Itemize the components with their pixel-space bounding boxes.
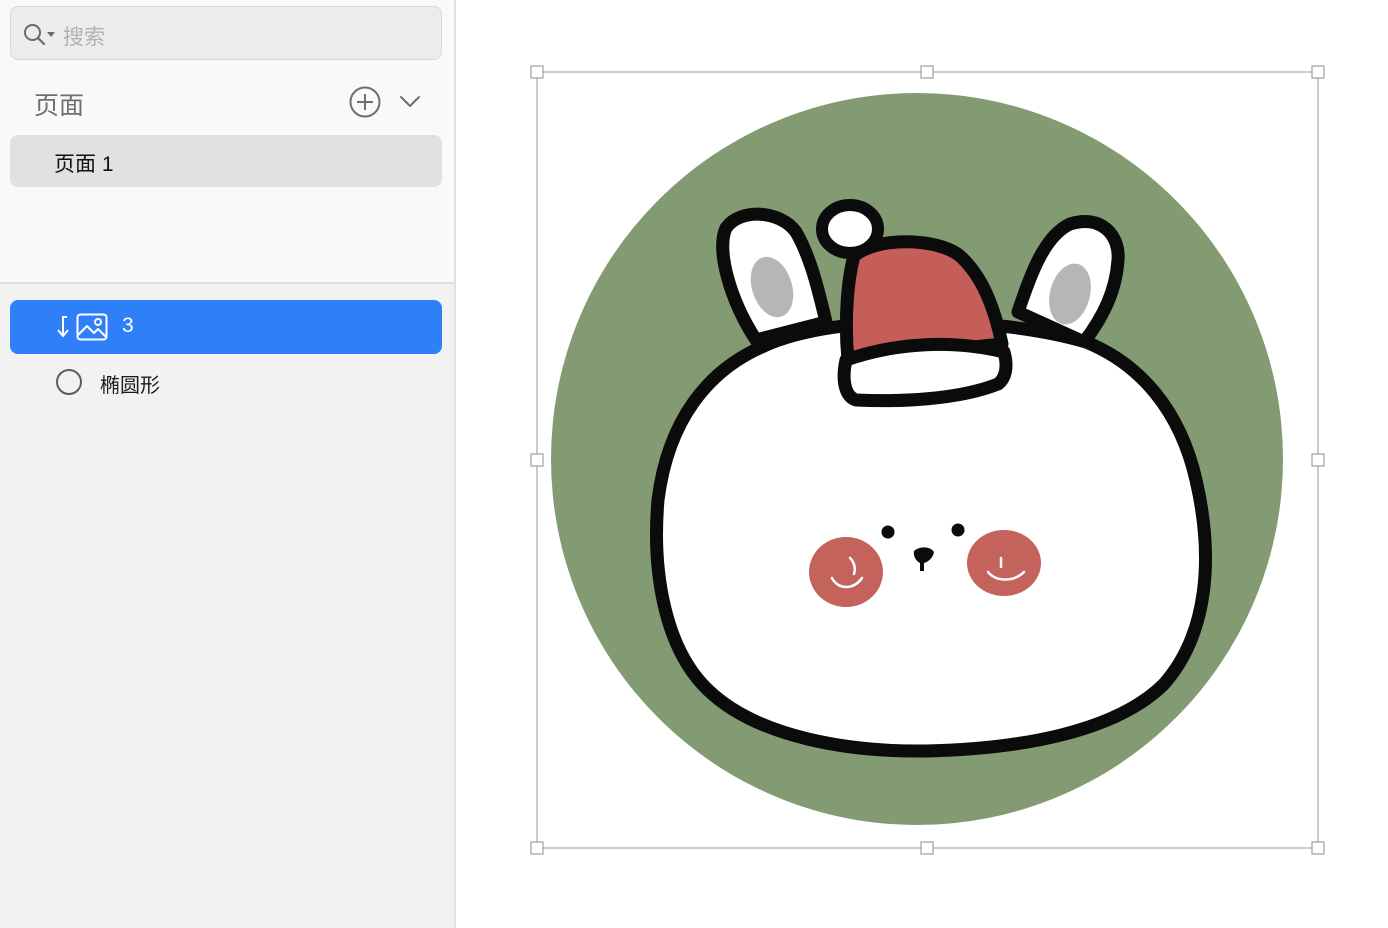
plus-circle-icon	[349, 86, 381, 118]
pages-header: 页面	[34, 92, 85, 120]
resize-handle-left[interactable]	[530, 453, 544, 467]
app-window: 搜索 页面 页面 1 3 椭圆形	[0, 0, 1388, 928]
search-icon[interactable]	[23, 22, 67, 53]
page-item-label: 页面 1	[54, 153, 114, 176]
right-eye	[951, 523, 965, 537]
resize-handle-top[interactable]	[920, 65, 934, 79]
search-placeholder: 搜索	[63, 26, 105, 49]
left-cheek	[809, 537, 883, 607]
resize-handle-bottom-right[interactable]	[1311, 841, 1325, 855]
layer-row-ellipse[interactable]: 椭圆形	[10, 354, 442, 408]
mask-arrow-icon	[54, 313, 72, 346]
image-icon	[76, 313, 108, 346]
hat-pompom	[816, 199, 884, 259]
right-cheek	[967, 530, 1041, 596]
pages-panel: 搜索 页面 页面 1	[0, 0, 454, 284]
canvas-artwork	[530, 65, 1325, 855]
layer-row-image[interactable]: 3	[10, 300, 442, 354]
collapse-pages-button[interactable]	[398, 90, 422, 119]
sidebar: 搜索 页面 页面 1 3 椭圆形	[0, 0, 456, 928]
resize-handle-right[interactable]	[1311, 453, 1325, 467]
layer-label: 椭圆形	[100, 375, 160, 397]
resize-handle-top-left[interactable]	[530, 65, 544, 79]
resize-handle-top-right[interactable]	[1311, 65, 1325, 79]
hat-brim	[837, 337, 1013, 408]
ellipse-icon	[55, 368, 83, 401]
canvas[interactable]	[458, 0, 1388, 928]
page-item[interactable]: 页面 1	[10, 135, 442, 187]
chevron-down-icon	[400, 96, 420, 107]
resize-handle-bottom[interactable]	[920, 841, 934, 855]
search-field[interactable]: 搜索	[10, 6, 442, 60]
resize-handle-bottom-left[interactable]	[530, 841, 544, 855]
left-eye	[881, 525, 895, 539]
layer-label: 3	[122, 314, 134, 337]
add-page-button[interactable]	[348, 85, 382, 124]
